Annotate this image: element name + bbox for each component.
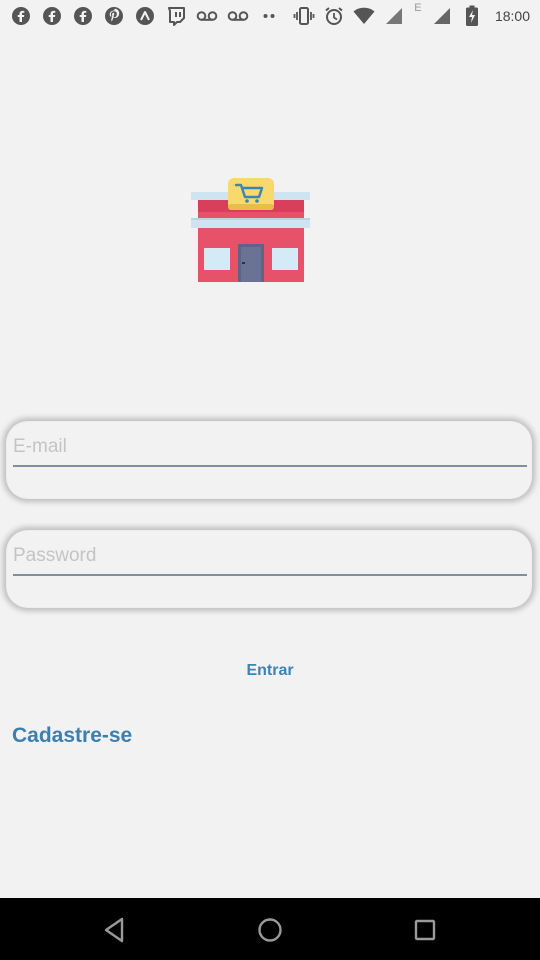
status-bar: E 18:00 — [0, 0, 540, 32]
signal-icon — [383, 5, 405, 27]
pinterest-icon — [103, 5, 125, 27]
login-screen: E 18:00 E-mail Entrar Cadastre-se — [0, 0, 540, 960]
battery-charging-icon — [461, 5, 483, 27]
facebook-icon — [72, 5, 94, 27]
twitch-icon — [165, 5, 187, 27]
facebook-icon — [10, 5, 32, 27]
back-icon[interactable] — [92, 908, 136, 952]
notification-icons — [10, 5, 280, 27]
signal-icon — [431, 5, 453, 27]
login-button[interactable]: Entrar — [220, 656, 320, 686]
wifi-icon — [353, 5, 375, 27]
email-field-card — [6, 421, 532, 499]
network-type-label: E — [414, 2, 422, 14]
navigation-bar — [0, 898, 540, 960]
email-input[interactable] — [13, 429, 527, 467]
voicemail-icon — [196, 5, 218, 27]
home-icon[interactable] — [248, 908, 292, 952]
vibrate-icon — [293, 5, 315, 27]
password-input[interactable] — [13, 538, 527, 576]
voicemail-icon — [227, 5, 249, 27]
signup-link[interactable]: Cadastre-se — [12, 720, 132, 752]
arrow-app-icon — [134, 5, 156, 27]
recent-apps-icon[interactable] — [403, 908, 447, 952]
facebook-icon — [41, 5, 63, 27]
password-field-card — [6, 530, 532, 608]
more-dots-icon — [258, 5, 280, 27]
system-icons: E 18:00 — [293, 2, 530, 27]
alarm-icon — [323, 5, 345, 27]
clock: 18:00 — [494, 8, 530, 24]
store-cart-icon — [188, 176, 314, 286]
